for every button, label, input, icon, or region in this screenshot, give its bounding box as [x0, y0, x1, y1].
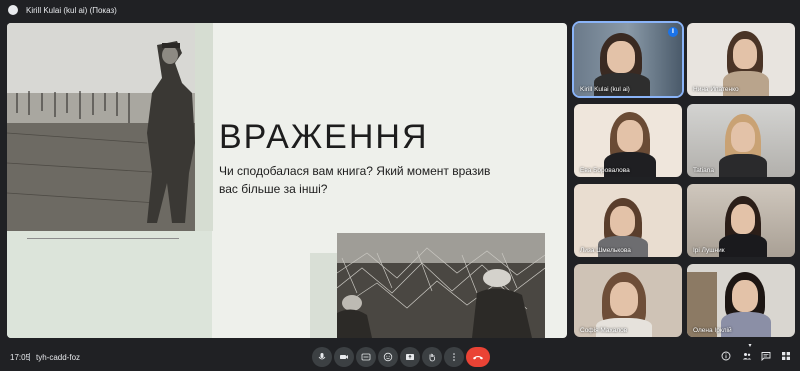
slide-question: Чи сподобалася вам книга? Який момент вр…: [219, 164, 491, 196]
info-icon: [721, 351, 731, 361]
participant-name: Tatiana: [693, 167, 714, 174]
raise-hand-button[interactable]: [422, 347, 442, 367]
more-options-button[interactable]: [444, 347, 464, 367]
participant-tile[interactable]: Олена Ірклій: [687, 264, 795, 337]
people-icon: [742, 353, 752, 360]
participant-face: [732, 280, 758, 312]
emoji-icon: [383, 352, 393, 362]
participant-tile[interactable]: Ева Боровалова: [574, 104, 682, 177]
chat-button[interactable]: [759, 349, 773, 363]
present-icon: [406, 354, 414, 360]
slide-decor-block-2: [310, 253, 337, 338]
participant-face: [610, 206, 635, 236]
captions-button[interactable]: [356, 347, 376, 367]
participant-face: [610, 282, 638, 316]
participant-name: Олена Ірклій: [693, 327, 732, 334]
participant-name: Ева Боровалова: [580, 167, 630, 174]
microphone-icon: [318, 353, 326, 360]
participant-face: [617, 120, 643, 152]
participant-tile[interactable]: Лиза Шмелькова: [574, 184, 682, 257]
toolbar-divider: [29, 353, 30, 361]
presenting-icon: [8, 5, 18, 15]
participant-name: Kirill Kulai (kul ai): [580, 86, 630, 93]
hand-icon: [429, 353, 435, 362]
participant-name: Ірі Лушник: [693, 247, 725, 254]
activities-icon: [782, 352, 790, 360]
activities-button[interactable]: [779, 349, 793, 363]
participant-body: [719, 234, 767, 257]
people-button[interactable]: [740, 349, 754, 363]
camera-icon: [340, 355, 348, 359]
participant-tile[interactable]: Ірі Лушник: [687, 184, 795, 257]
participant-face: [731, 204, 755, 234]
meeting-details-button[interactable]: [719, 349, 733, 363]
end-call-icon: [473, 356, 483, 360]
slide-decor-strip: [195, 23, 213, 231]
participant-name: Нина Ипатенко: [693, 86, 739, 93]
participant-name: Лиза Шмелькова: [580, 247, 631, 254]
leave-call-button[interactable]: [466, 347, 490, 367]
slide-photo-trench: [337, 233, 545, 338]
captions-icon: [361, 353, 371, 361]
clock: 17:05: [10, 352, 31, 362]
chat-icon: [761, 352, 771, 361]
camera-button[interactable]: [334, 347, 354, 367]
participant-tile[interactable]: Tatiana: [687, 104, 795, 177]
emoji-button[interactable]: [378, 347, 398, 367]
bottom-toolbar: 17:05 tyh-cadd-foz: [0, 343, 800, 371]
presentation-slide: ВРАЖЕННЯ Чи сподобалася вам книга? Який …: [7, 23, 567, 338]
speaking-indicator-icon: ⦀: [668, 27, 678, 37]
slide-photo-soldier: [7, 23, 195, 231]
participant-name: Софія Махалов: [580, 327, 628, 334]
present-button[interactable]: [400, 347, 420, 367]
more-vert-icon: [453, 353, 455, 361]
people-count-badge-icon: ▾: [748, 343, 752, 349]
meeting-code: tyh-cadd-foz: [36, 352, 81, 362]
participant-body: [719, 154, 767, 177]
microphone-button[interactable]: [312, 347, 332, 367]
presenter-label: Kirill Kulai (kul ai) (Показ): [26, 5, 117, 15]
participant-face: [731, 122, 755, 152]
slide-divider-line: [27, 238, 179, 239]
slide-title: ВРАЖЕННЯ: [219, 118, 429, 156]
participant-tile[interactable]: Нина Ипатенко: [687, 23, 795, 96]
participant-tile[interactable]: ⦀ Kirill Kulai (kul ai): [572, 21, 684, 98]
participant-tile[interactable]: Софія Махалов: [574, 264, 682, 337]
slide-decor-block: [7, 231, 212, 338]
participant-face: [733, 39, 757, 69]
participant-face: [607, 41, 635, 73]
top-bar: Kirill Kulai (kul ai) (Показ): [0, 0, 800, 20]
